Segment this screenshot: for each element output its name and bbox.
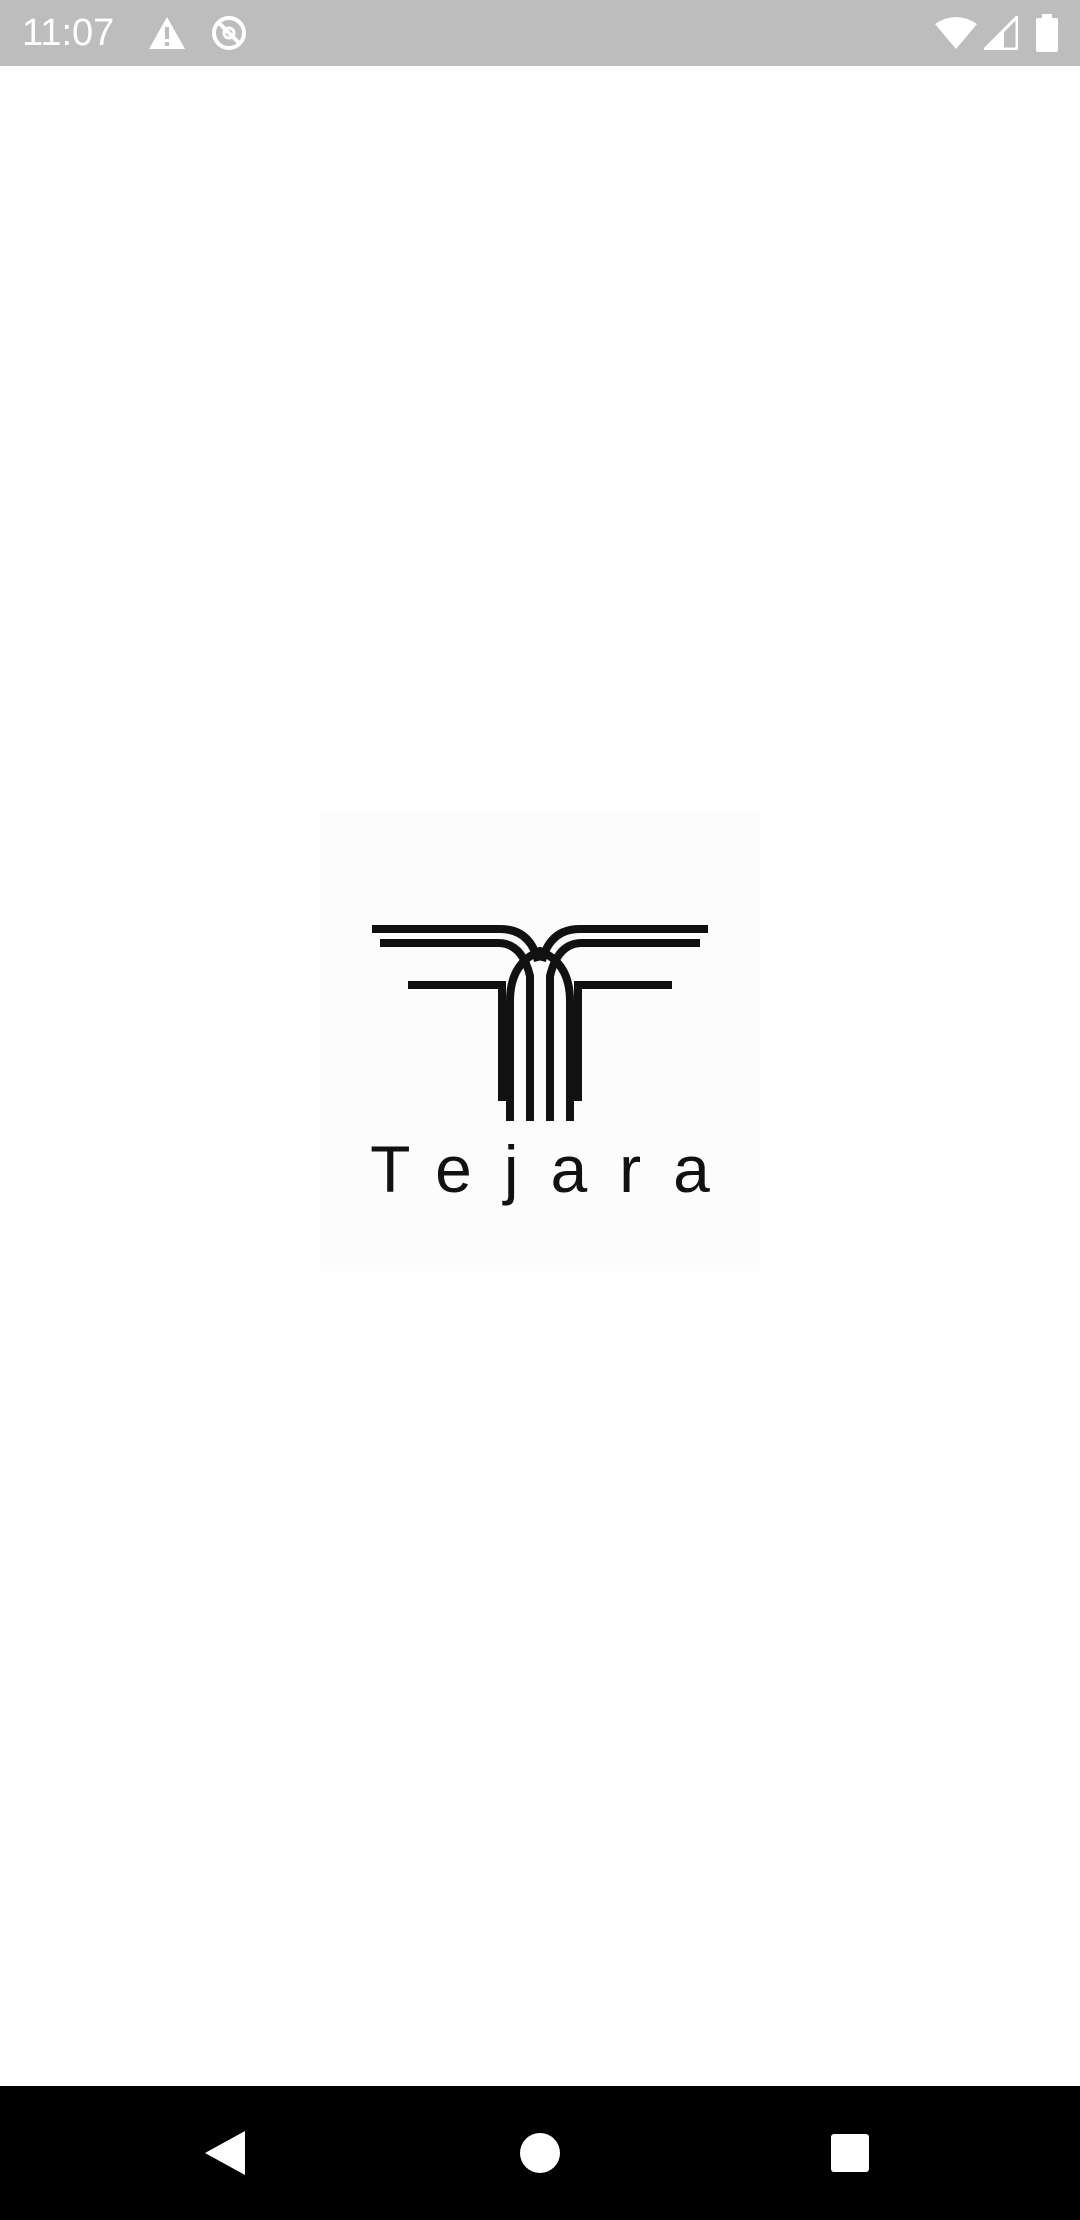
status-bar: 11:07 [0,0,1080,66]
app-logo: Tejara [320,811,760,1271]
cell-signal-icon [984,16,1018,50]
splash-screen: 11:07 Tejara [0,0,1080,2220]
battery-icon [1036,14,1058,52]
warning-icon [149,17,185,49]
blocked-icon [212,16,246,50]
recents-button[interactable] [805,2086,895,2220]
tejara-logo-icon [372,925,708,1121]
content-area: Tejara [0,66,1080,2086]
wifi-icon [935,17,977,49]
status-time: 11:07 [22,12,115,54]
recents-icon [831,2134,869,2172]
navigation-bar [0,2086,1080,2220]
back-icon [205,2131,245,2175]
home-icon [520,2133,560,2173]
back-button[interactable] [180,2086,270,2220]
home-button[interactable] [495,2086,585,2220]
app-name-text: Tejara [370,1132,742,1206]
